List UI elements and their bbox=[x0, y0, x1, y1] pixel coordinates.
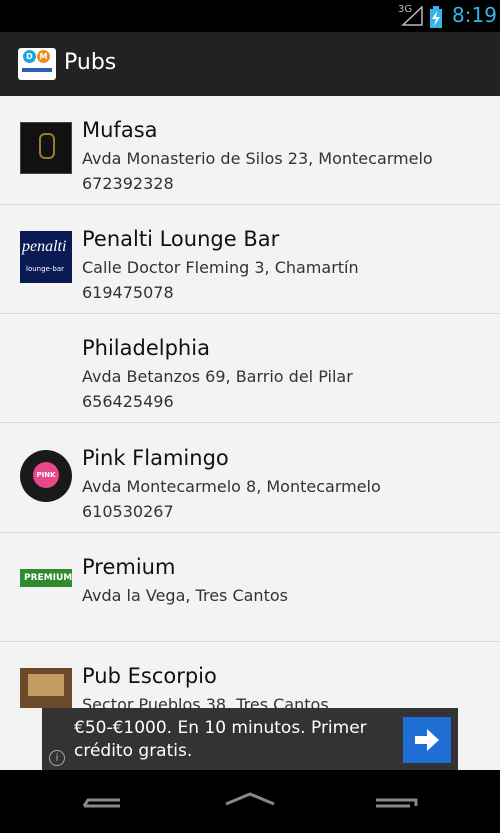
ad-text: €50-€1000. En 10 minutos. Primer crédito… bbox=[74, 718, 367, 761]
page-title: Pubs bbox=[64, 50, 117, 75]
app-logo-icon[interactable]: D M bbox=[18, 48, 56, 80]
list-item[interactable]: PREMIUM Premium Avda la Vega, Tres Canto… bbox=[0, 533, 500, 642]
pub-phone: 610530267 bbox=[82, 502, 174, 521]
pub-name: Mufasa bbox=[82, 118, 158, 142]
pub-phone: 656425496 bbox=[82, 392, 174, 411]
pub-address: Avda Montecarmelo 8, Montecarmelo bbox=[82, 477, 381, 496]
logo-underline bbox=[22, 68, 52, 72]
pub-thumbnail: PINK bbox=[20, 450, 72, 502]
pub-address: Avda la Vega, Tres Cantos bbox=[82, 586, 288, 605]
ad-go-button[interactable] bbox=[403, 717, 451, 763]
thumb-subtitle: lounge-bar bbox=[26, 265, 64, 273]
battery-charging-icon bbox=[430, 6, 442, 28]
recent-apps-icon[interactable] bbox=[368, 784, 428, 814]
pub-phone: 672392328 bbox=[82, 174, 174, 193]
pub-address: Avda Monasterio de Silos 23, Montecarmel… bbox=[82, 149, 433, 168]
navigation-bar bbox=[0, 770, 500, 833]
thumb-title: PINK bbox=[33, 462, 59, 488]
ad-banner[interactable]: €50-€1000. En 10 minutos. Primer crédito… bbox=[42, 708, 458, 770]
pub-name: Premium bbox=[82, 555, 176, 579]
list-item[interactable]: PINK Pink Flamingo Avda Montecarmelo 8, … bbox=[0, 424, 500, 533]
back-icon[interactable] bbox=[72, 784, 132, 814]
pub-name: Pub Escorpio bbox=[82, 664, 217, 688]
status-bar: 3G 8:19 bbox=[0, 0, 500, 32]
list-item[interactable]: Philadelphia Avda Betanzos 69, Barrio de… bbox=[0, 314, 500, 423]
emblem-icon bbox=[39, 133, 55, 159]
pub-name: Philadelphia bbox=[82, 336, 210, 360]
logo-letter-d: D bbox=[23, 50, 36, 63]
pub-name: Penalti Lounge Bar bbox=[82, 227, 280, 251]
pub-name: Pink Flamingo bbox=[82, 446, 229, 470]
arrow-right-icon bbox=[415, 729, 439, 751]
signal-icon bbox=[401, 6, 423, 26]
info-icon[interactable]: i bbox=[49, 750, 65, 766]
pub-thumbnail: penalti lounge-bar bbox=[20, 231, 72, 283]
pub-address: Calle Doctor Fleming 3, Chamartín bbox=[82, 258, 359, 277]
pub-thumbnail bbox=[20, 668, 72, 708]
pub-phone: 619475078 bbox=[82, 283, 174, 302]
pub-address: Sector Pueblos 38, Tres Cantos bbox=[82, 695, 329, 708]
pub-address: Avda Betanzos 69, Barrio del Pilar bbox=[82, 367, 353, 386]
list-item[interactable]: Pub Escorpio Sector Pueblos 38, Tres Can… bbox=[0, 642, 500, 708]
list-item[interactable]: Mufasa Avda Monasterio de Silos 23, Mont… bbox=[0, 96, 500, 205]
pub-list[interactable]: Mufasa Avda Monasterio de Silos 23, Mont… bbox=[0, 96, 500, 708]
pub-thumbnail bbox=[20, 122, 72, 174]
thumb-title: penalti bbox=[22, 238, 67, 255]
list-item[interactable]: penalti lounge-bar Penalti Lounge Bar Ca… bbox=[0, 205, 500, 314]
home-icon[interactable] bbox=[220, 784, 280, 814]
photo-window bbox=[28, 674, 64, 696]
clock: 8:19 bbox=[452, 3, 497, 27]
logo-letter-m: M bbox=[37, 50, 50, 63]
pub-thumbnail: PREMIUM bbox=[20, 569, 72, 587]
action-bar: D M Pubs bbox=[0, 32, 500, 96]
